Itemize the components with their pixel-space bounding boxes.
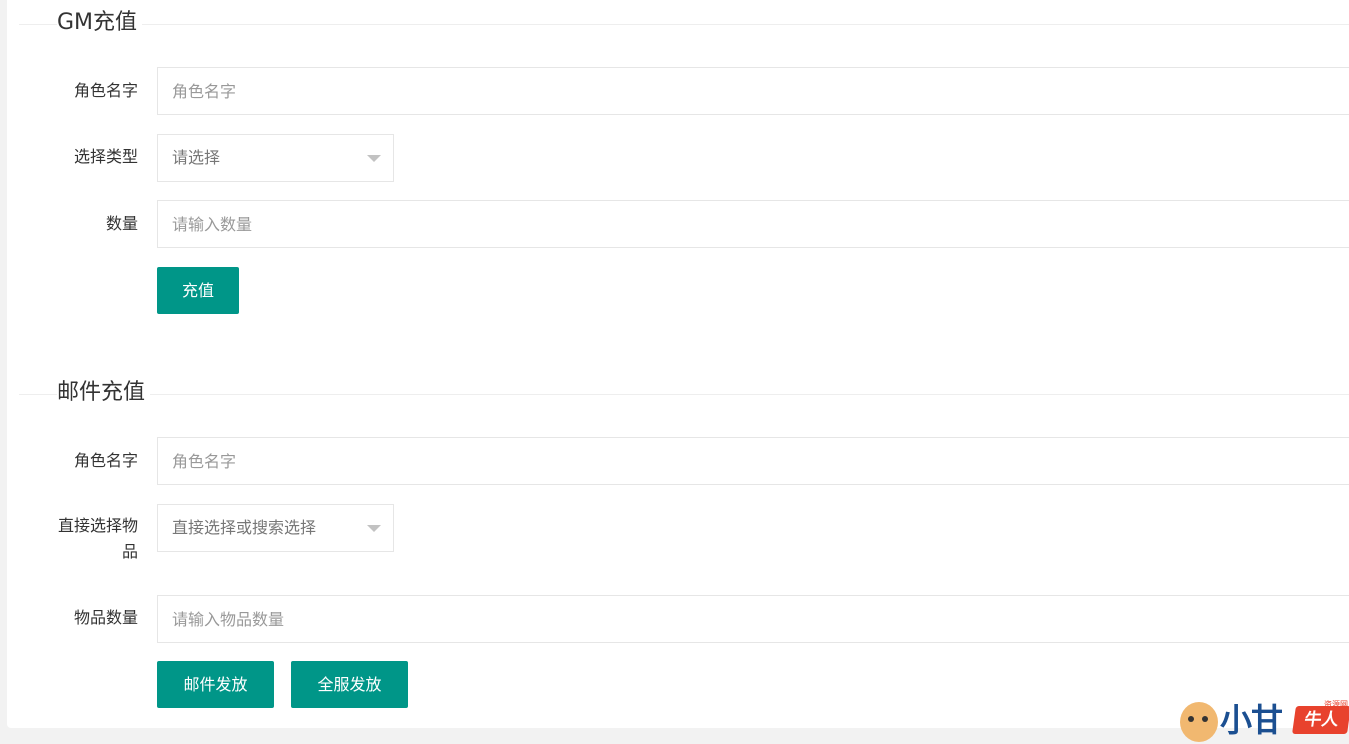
gm-type-select-value: 请选择 — [172, 148, 221, 167]
mail-section-header: 邮件充值 — [19, 379, 1349, 407]
gm-type-label: 选择类型 — [73, 147, 138, 166]
mail-section-title: 邮件充值 — [57, 379, 151, 407]
watermark-text: 小甘 — [1220, 701, 1283, 739]
gm-type-select[interactable]: 请选择 — [157, 134, 394, 182]
mail-send-button[interactable]: 邮件发放 — [157, 661, 274, 708]
gm-role-input[interactable] — [157, 67, 1349, 115]
form-card: GM充值 角色名字 选择类型 请选择 数量 充值 邮件充值 角色名字 直接选择物… — [7, 0, 1349, 728]
gm-amount-label: 数量 — [105, 214, 138, 233]
mail-item-count-input[interactable] — [157, 595, 1349, 643]
recharge-button[interactable]: 充值 — [157, 267, 239, 314]
mail-item-select-value: 直接选择或搜索选择 — [172, 518, 317, 537]
all-server-send-button[interactable]: 全服发放 — [291, 661, 408, 708]
mail-item-select[interactable]: 直接选择或搜索选择 — [157, 504, 394, 552]
watermark-badge: 牛人 — [1292, 706, 1349, 734]
mail-item-count-label: 物品数量 — [73, 608, 138, 627]
mail-role-input[interactable] — [157, 437, 1349, 485]
mail-item-label: 直接选择物品 — [57, 516, 138, 561]
gm-role-label: 角色名字 — [73, 81, 138, 100]
gm-section-title: GM充值 — [57, 9, 143, 37]
gm-section-header: GM充值 — [19, 9, 1349, 37]
watermark-logo: 小甘 牛人 资源网 — [1178, 698, 1349, 744]
gm-amount-input[interactable] — [157, 200, 1349, 248]
cow-mascot-icon — [1180, 702, 1218, 742]
chevron-down-icon — [367, 155, 381, 162]
mail-role-label: 角色名字 — [73, 451, 138, 470]
watermark-small-text: 资源网 — [1324, 700, 1348, 709]
chevron-down-icon — [367, 525, 381, 532]
